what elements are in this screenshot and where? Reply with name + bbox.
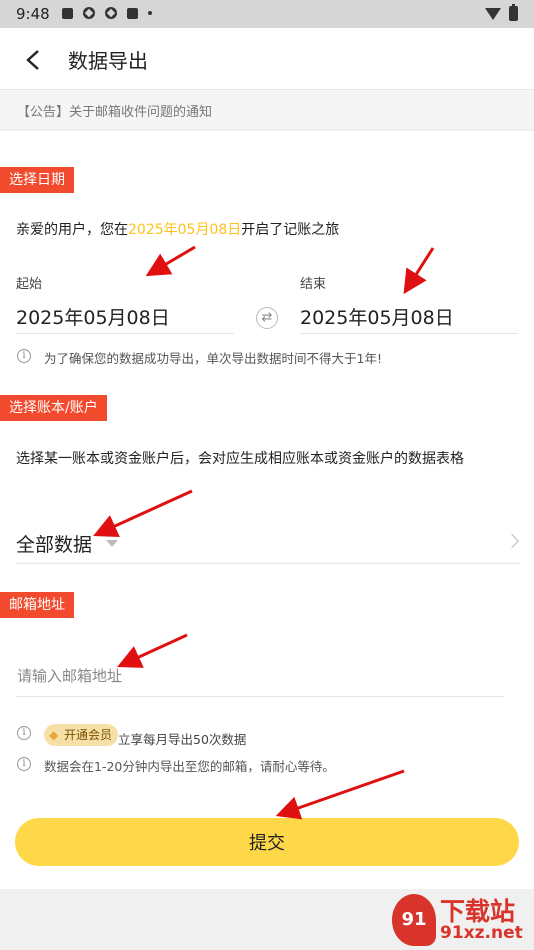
export-form: 选择日期 亲爱的用户，您在2025年05月08日开启了记账之旅 起始 2025年… [0,131,534,889]
info-icon: i [17,757,31,771]
book-section-tag: 选择账本/账户 [0,395,107,421]
vip-badge[interactable]: 开通会员 [44,724,119,746]
status-time: 9:48 [16,5,50,23]
notification-icon [127,7,138,19]
app-bar: 数据导出 [0,28,534,90]
end-date-label: 结束 [300,277,327,292]
battery-icon [509,4,518,21]
dropdown-caret-icon [106,540,118,547]
start-date-label: 起始 [16,277,43,292]
site-watermark: 91 下载站 91xz.net [392,890,534,950]
more-notifications-icon [148,11,152,15]
selected-book: 全部数据 [16,534,93,556]
journey-intro: 亲爱的用户，您在2025年05月08日开启了记账之旅 [16,219,339,239]
start-date-field[interactable]: 2025年05月08日 [16,303,170,330]
chevron-right-icon [504,533,520,549]
date-range-hint: 为了确保您的数据成功导出，单次导出数据时间不得大于1年! [44,351,382,366]
app-notification-icon [83,7,95,19]
intro-prefix: 亲爱的用户，您在 [16,222,128,238]
info-icon: i [17,349,31,363]
delivery-hint: 数据会在1-20分钟内导出至您的邮箱，请耐心等待。 [44,759,335,774]
announcement-bar: 【公告】关于邮箱收件问题的通知 [0,90,534,130]
date-section-tag: 选择日期 [0,167,74,193]
notification-icons [62,7,152,19]
wifi-icon [485,7,501,20]
submit-button[interactable]: 提交 [15,818,519,866]
status-bar: 9:48 [0,0,534,28]
announcement-link[interactable]: 【公告】关于邮箱收件问题的通知 [17,101,212,120]
book-description: 选择某一账本或资金账户后，会对应生成相应账本或资金账户的数据表格 [16,451,464,467]
intro-date: 2025年05月08日 [128,222,242,238]
email-section-tag: 邮箱地址 [0,592,74,618]
swap-icon[interactable]: ⇄ [256,307,278,329]
watermark-url: 91xz.net [440,923,523,943]
intro-suffix: 开启了记账之旅 [241,222,340,238]
page-title: 数据导出 [68,49,148,73]
email-input[interactable] [17,658,504,694]
book-account-selector[interactable]: 全部数据 [16,528,521,562]
back-arrow-icon[interactable] [22,48,46,72]
vip-benefit-text: 立享每月导出50次数据 [118,732,247,747]
end-date-field[interactable]: 2025年05月08日 [300,303,454,330]
email-underline [16,696,504,697]
app-notification-icon [105,7,117,19]
watermark-logo: 91 [392,894,436,946]
start-date-underline [16,333,234,334]
notification-icon [62,7,73,19]
end-date-underline [300,333,518,334]
info-icon: i [17,726,31,740]
selector-underline [16,563,521,564]
